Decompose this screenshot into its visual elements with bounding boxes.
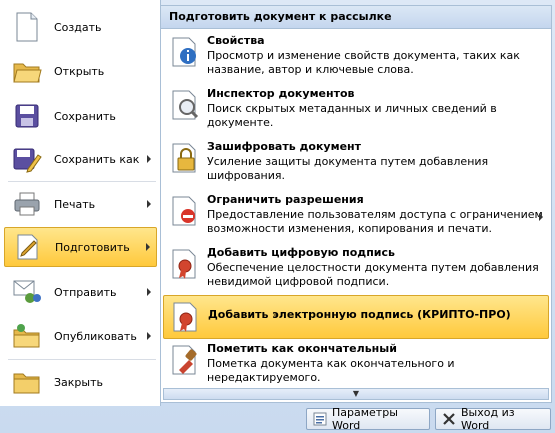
submenu-item-title: Пометить как окончательный — [207, 342, 397, 355]
menu-item-close[interactable]: Закрыть — [4, 362, 157, 402]
menu-item-label: Закрыть — [54, 375, 103, 389]
submenu-item-description: Усиление защиты документа путем добавлен… — [207, 155, 489, 182]
exit-x-icon — [442, 412, 456, 426]
word-options-button[interactable]: Параметры Word — [306, 406, 430, 432]
office-menu-left-pane: Создать Открыть Сохранить Сохранить как — [0, 0, 161, 406]
submenu-item-title: Зашифровать документ — [207, 140, 362, 153]
menu-item-save[interactable]: Сохранить — [4, 96, 157, 136]
options-icon — [313, 412, 327, 426]
properties-icon — [169, 36, 201, 68]
menu-item-label: Подготовить — [55, 240, 130, 254]
crypto-signature-icon — [170, 301, 202, 333]
prepare-icon — [9, 231, 47, 263]
exit-word-label: Выход из Word — [461, 406, 515, 432]
submenu-arrow-icon — [147, 200, 151, 208]
menu-separator — [8, 181, 156, 182]
submenu-item-description: Пометка документа как окончательного и н… — [207, 357, 455, 384]
menu-item-label: Сохранить как — [54, 152, 140, 166]
submenu-arrow-icon — [147, 155, 151, 163]
submenu-arrow-icon — [146, 243, 150, 251]
submenu-item-mark-final[interactable]: Пометить как окончательный Пометка докум… — [163, 342, 549, 388]
submenu-item-description: Поиск скрытых метаданных и личных сведен… — [207, 102, 497, 129]
prepare-submenu-panel: Подготовить документ к рассылке Свойства… — [160, 5, 552, 403]
send-icon — [8, 276, 46, 308]
menu-separator — [8, 359, 156, 360]
menu-item-send[interactable]: Отправить — [4, 272, 157, 312]
menu-item-label: Сохранить — [54, 109, 116, 123]
submenu-item-title: Добавить электронную подпись (КРИПТО-ПРО… — [208, 308, 511, 321]
menu-item-new[interactable]: Создать — [4, 7, 157, 47]
scroll-down-arrow-icon: ▼ — [352, 389, 360, 398]
submenu-item-title: Добавить цифровую подпись — [207, 246, 395, 259]
menu-item-publish[interactable]: Опубликовать — [4, 316, 157, 356]
mark-final-icon — [169, 344, 201, 376]
submenu-arrow-icon — [147, 288, 151, 296]
publish-icon — [8, 320, 46, 352]
menu-item-label: Отправить — [54, 285, 117, 299]
word-options-label: Параметры Word — [332, 406, 398, 432]
new-document-icon — [8, 11, 46, 43]
inspector-icon — [169, 89, 201, 121]
submenu-item-digital-signature[interactable]: Добавить цифровую подпись Обеспечение це… — [163, 246, 549, 294]
menu-item-label: Создать — [54, 20, 102, 34]
submenu-arrow-icon — [147, 332, 151, 340]
menu-item-label: Опубликовать — [54, 329, 137, 343]
submenu-item-inspector[interactable]: Инспектор документов Поиск скрытых метад… — [163, 87, 549, 135]
submenu-item-description: Предоставление пользователям доступа с о… — [207, 208, 543, 235]
scroll-down-button[interactable]: ▼ — [163, 388, 549, 400]
menu-item-open[interactable]: Открыть — [4, 51, 157, 91]
submenu-header: Подготовить документ к рассылке — [161, 6, 551, 29]
menu-item-print[interactable]: Печать — [4, 184, 157, 224]
exit-word-button[interactable]: Выход из Word — [435, 406, 551, 432]
save-as-icon — [8, 143, 46, 175]
open-folder-icon — [8, 55, 46, 87]
submenu-item-description: Обеспечение целостности документа путем … — [207, 261, 539, 288]
submenu-item-encrypt[interactable]: Зашифровать документ Усиление защиты док… — [163, 140, 549, 188]
encrypt-lock-icon — [169, 142, 201, 174]
submenu-item-title: Свойства — [207, 34, 265, 47]
submenu-item-title: Ограничить разрешения — [207, 193, 364, 206]
restrict-permission-icon — [169, 195, 201, 227]
menu-item-save-as[interactable]: Сохранить как — [4, 139, 157, 179]
menu-item-prepare[interactable]: Подготовить — [4, 227, 157, 267]
submenu-item-description: Просмотр и изменение свойств документа, … — [207, 49, 520, 76]
menu-item-label: Печать — [54, 197, 96, 211]
submenu-item-crypto-signature[interactable]: Добавить электронную подпись (КРИПТО-ПРО… — [163, 295, 549, 339]
close-folder-icon — [8, 366, 46, 398]
submenu-item-title: Инспектор документов — [207, 87, 355, 100]
office-menu: Создать Открыть Сохранить Сохранить как — [0, 0, 555, 433]
submenu-arrow-icon — [539, 213, 543, 221]
submenu-item-properties[interactable]: Свойства Просмотр и изменение свойств до… — [163, 34, 549, 82]
save-icon — [8, 100, 46, 132]
submenu-item-restrict[interactable]: Ограничить разрешения Предоставление пол… — [163, 193, 549, 241]
menu-item-label: Открыть — [54, 64, 105, 78]
signature-ribbon-icon — [169, 248, 201, 280]
printer-icon — [8, 188, 46, 220]
